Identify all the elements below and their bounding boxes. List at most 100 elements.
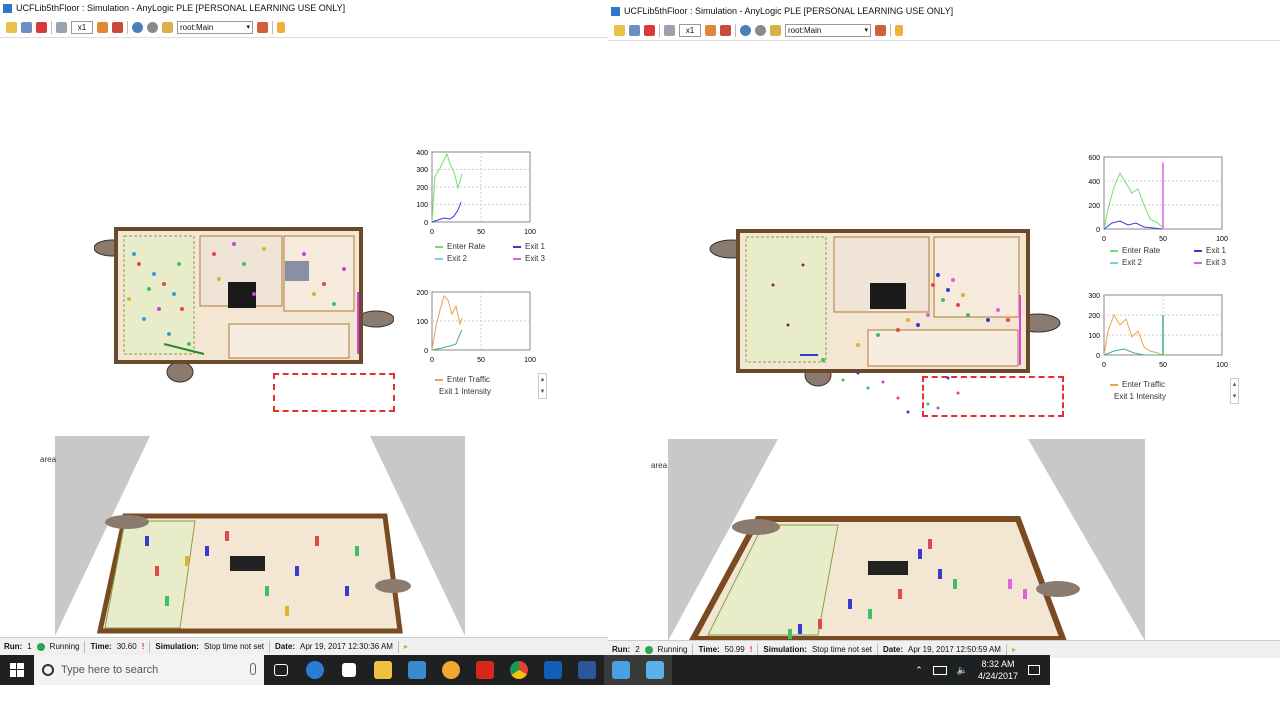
- x-tick: 50: [477, 357, 485, 364]
- chevron-up-icon[interactable]: ⌃: [915, 665, 923, 676]
- view-3d: [668, 439, 1145, 641]
- simulation-label: Simulation:: [763, 645, 807, 654]
- window-title: UCFLib5thFloor : Simulation - AnyLogic P…: [16, 3, 346, 13]
- folder-icon[interactable]: [770, 25, 781, 36]
- toolbar-separator: [890, 24, 891, 37]
- windows-logo-icon: [10, 663, 24, 677]
- y-tick: 600: [1088, 155, 1100, 162]
- view-area-value: root:Main: [180, 23, 214, 32]
- chrome-button[interactable]: [502, 655, 536, 685]
- search-placeholder: Type here to search: [61, 664, 159, 676]
- chart-legend-bottom: Enter Traffic Exit 1 Intensity: [1110, 380, 1166, 404]
- home-icon[interactable]: [755, 25, 766, 36]
- speed-field[interactable]: x1: [679, 24, 701, 37]
- agents-outside-exit: [826, 371, 960, 414]
- chart-legend-top: Enter Rate Exit 1 Exit 2 Exit 3: [435, 242, 569, 266]
- area-label: area: [651, 461, 668, 470]
- experiment-icon[interactable]: [875, 25, 886, 36]
- stop-icon[interactable]: [36, 22, 47, 33]
- audio-app-button[interactable]: [434, 655, 468, 685]
- experiment-icon[interactable]: [257, 22, 268, 33]
- stop-icon[interactable]: [644, 25, 655, 36]
- edge-icon: [306, 661, 324, 679]
- view-area-combo[interactable]: root:Main ▾: [785, 24, 871, 37]
- x-tick: 50: [1159, 362, 1167, 369]
- clock[interactable]: 8:32 AM 4/24/2017: [978, 658, 1018, 682]
- legend-item: Exit 1: [513, 242, 569, 251]
- anylogic-button-2[interactable]: [638, 655, 672, 685]
- task-view-button[interactable]: [264, 655, 298, 685]
- date-value: Apr 19, 2017 12:30:36 AM: [300, 642, 393, 651]
- remote-desktop-button[interactable]: [400, 655, 434, 685]
- legend-scroll[interactable]: ▴ ▾: [538, 373, 547, 399]
- navigate-icon[interactable]: [132, 22, 143, 33]
- y-tick: 300: [416, 167, 428, 174]
- slow-down-icon[interactable]: [56, 22, 67, 33]
- speaker-icon[interactable]: 🔈: [957, 665, 968, 676]
- y-tick: 200: [1088, 203, 1100, 210]
- view-area-combo[interactable]: root:Main ▾: [177, 21, 253, 34]
- microphone-icon[interactable]: [250, 663, 256, 675]
- notification-icon[interactable]: [1028, 665, 1040, 675]
- status-separator: [84, 640, 86, 653]
- y-tick: 200: [416, 290, 428, 297]
- taskbar-search[interactable]: Type here to search: [34, 655, 264, 685]
- time-value: 30.60: [116, 642, 137, 651]
- clock-time: 8:32 AM: [981, 659, 1015, 669]
- status-separator: [149, 640, 151, 653]
- explorer-button[interactable]: [366, 655, 400, 685]
- task-view-icon: [274, 664, 288, 676]
- run-icon[interactable]: [6, 22, 17, 33]
- navigate-icon[interactable]: [740, 25, 751, 36]
- speed-up-icon[interactable]: [705, 25, 716, 36]
- run-icon[interactable]: [614, 25, 625, 36]
- arrow-icon[interactable]: ▸: [404, 642, 408, 651]
- system-tray: ⌃ 🔈 8:32 AM 4/24/2017: [915, 658, 1050, 682]
- legend-scroll[interactable]: ▴ ▾: [1230, 378, 1239, 404]
- chart-legend-top: Enter Rate Exit 1 Exit 2 Exit 3: [1110, 246, 1250, 270]
- run-state: Running: [49, 642, 80, 651]
- view-3d: [55, 436, 465, 636]
- simulation-window-left: UCFLib5thFloor : Simulation - AnyLogic P…: [0, 0, 610, 655]
- running-icon: [36, 642, 45, 651]
- chart-exit-rates: 400 300 200 100 0 0 50 100: [408, 146, 538, 238]
- word-button[interactable]: [570, 655, 604, 685]
- window-titlebar: UCFLib5thFloor : Simulation - AnyLogic P…: [0, 0, 610, 16]
- y-tick: 100: [1088, 333, 1100, 340]
- running-icon: [644, 645, 653, 654]
- start-button[interactable]: [0, 655, 34, 685]
- home-icon[interactable]: [147, 22, 158, 33]
- acrobat-button[interactable]: [468, 655, 502, 685]
- realtime-icon[interactable]: [720, 25, 731, 36]
- run-value: 2: [635, 645, 640, 654]
- expand-icon[interactable]: [895, 25, 903, 36]
- chevron-down-icon: ▾: [246, 24, 250, 31]
- anylogic-button-1[interactable]: [604, 655, 638, 685]
- view-area-value: root:Main: [788, 26, 822, 35]
- speed-up-icon[interactable]: [97, 22, 108, 33]
- headphones-icon: [442, 661, 460, 679]
- y-tick: 200: [1088, 313, 1100, 320]
- toolbar-separator: [51, 21, 52, 34]
- simulation-window-right: UCFLib5thFloor : Simulation - AnyLogic P…: [608, 3, 1280, 658]
- speed-field[interactable]: x1: [71, 21, 93, 34]
- keyboard-icon[interactable]: [932, 665, 947, 675]
- store-button[interactable]: [332, 655, 366, 685]
- step-icon[interactable]: [21, 22, 32, 33]
- simulation-label: Simulation:: [155, 642, 199, 651]
- anylogic-icon: [611, 6, 620, 16]
- anylogic-icon: [646, 661, 664, 679]
- x-tick: 100: [1216, 362, 1228, 369]
- simulation-value: Stop time not set: [203, 642, 264, 651]
- date-value: Apr 19, 2017 12:50:59 AM: [908, 645, 1001, 654]
- outlook-button[interactable]: [536, 655, 570, 685]
- edge-button[interactable]: [298, 655, 332, 685]
- status-separator: [876, 643, 878, 656]
- expand-icon[interactable]: [277, 22, 285, 33]
- step-icon[interactable]: [629, 25, 640, 36]
- realtime-icon[interactable]: [112, 22, 123, 33]
- folder-icon[interactable]: [162, 22, 173, 33]
- arrow-icon[interactable]: ▸: [1012, 645, 1016, 654]
- toolbar-separator: [659, 24, 660, 37]
- slow-down-icon[interactable]: [664, 25, 675, 36]
